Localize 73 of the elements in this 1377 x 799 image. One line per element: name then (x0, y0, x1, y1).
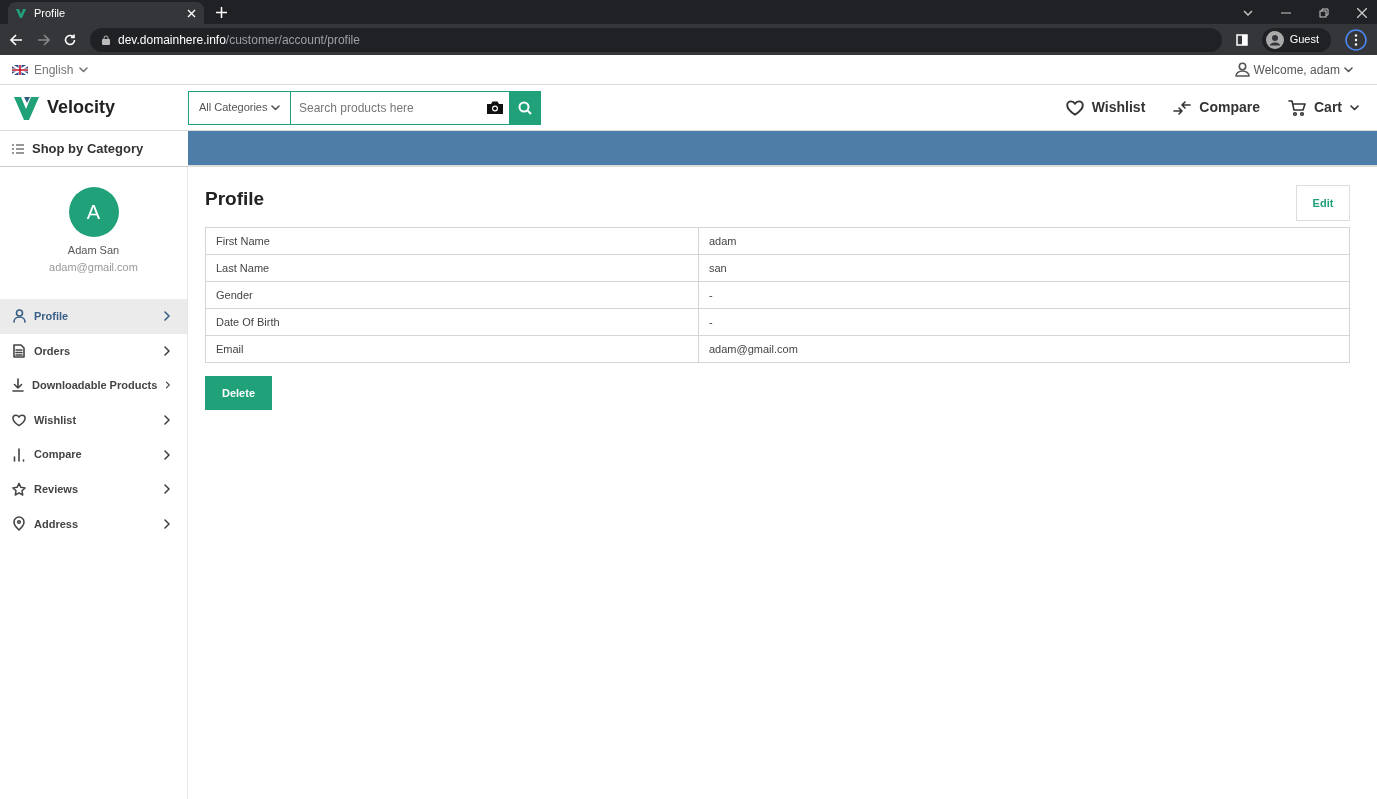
chevron-right-icon (163, 518, 171, 529)
sidebar-item[interactable]: Reviews (0, 471, 187, 507)
search-icon (518, 100, 532, 115)
new-tab-icon[interactable] (216, 7, 227, 18)
header-link[interactable]: Wishlist (1065, 97, 1146, 118)
user-email: adam@gmail.com (49, 259, 138, 275)
chevron-right-icon (165, 380, 171, 391)
avatar-icon (1265, 30, 1284, 49)
field-value: adam@gmail.com (698, 335, 1350, 363)
field-value: san (698, 254, 1350, 282)
back-arrow-icon[interactable] (10, 33, 23, 46)
logo-icon (16, 8, 26, 18)
field-label: First Name (205, 227, 699, 255)
chevron-down-icon[interactable] (1243, 10, 1253, 16)
user-name: Adam San (67, 243, 120, 258)
sidebar-item[interactable]: Compare (0, 437, 187, 472)
field-label: Date Of Birth (205, 308, 699, 336)
logo-text[interactable]: Velocity (47, 94, 116, 121)
lock-icon (102, 34, 110, 45)
reload-icon[interactable] (64, 33, 76, 46)
download-icon (12, 378, 24, 393)
chevron-right-icon (163, 311, 171, 322)
category-select[interactable]: All Categories (188, 90, 291, 125)
person-icon (12, 309, 26, 324)
sidebar-item[interactable]: Profile (0, 299, 187, 334)
chevron-down-icon (79, 66, 89, 73)
field-value: - (698, 281, 1350, 309)
star-icon (12, 482, 26, 497)
restore-icon[interactable] (1319, 8, 1329, 18)
document-icon (13, 343, 25, 358)
chevron-down-icon (1350, 104, 1359, 111)
camera-icon (486, 100, 504, 115)
heart-icon (1065, 99, 1084, 116)
list-icon (12, 143, 24, 154)
cart-icon (1288, 98, 1306, 117)
language-selector[interactable]: English (12, 60, 89, 79)
sidebar-item[interactable]: Orders (0, 333, 187, 369)
chevron-right-icon (163, 484, 171, 495)
chevron-right-icon (163, 449, 171, 460)
profile-button[interactable]: Guest (1261, 27, 1331, 52)
person-icon (1234, 62, 1250, 77)
sidebar-item[interactable]: Address (0, 506, 187, 542)
field-label: Email (205, 335, 699, 363)
browser-tab[interactable]: Profile (8, 2, 204, 24)
sidebar-item[interactable]: Downloadable Products (0, 368, 187, 403)
field-label: Gender (205, 281, 699, 309)
account-menu[interactable]: Welcome, adam (1234, 60, 1353, 79)
logo-icon (14, 95, 39, 120)
page-title: Profile (205, 187, 265, 211)
map-pin-icon (13, 516, 25, 532)
compare-arrows-icon (1173, 100, 1192, 115)
user-avatar: A (68, 187, 119, 237)
field-value: - (698, 308, 1350, 336)
bar-chart-icon (13, 447, 25, 462)
chevron-down-icon (1344, 66, 1353, 73)
chevron-right-icon (163, 415, 171, 426)
sidebar-item[interactable]: Wishlist (0, 402, 187, 438)
close-icon[interactable] (1357, 8, 1367, 18)
url-text: dev.domainhere.info/customer/account/profile (118, 31, 360, 49)
header-link[interactable]: Compare (1173, 97, 1260, 118)
menu-icon[interactable] (1345, 28, 1367, 51)
side-panel-icon[interactable] (1235, 33, 1248, 46)
flag-icon (12, 64, 28, 75)
forward-arrow-icon[interactable] (37, 33, 50, 46)
search-field[interactable]: Search products here (291, 90, 481, 125)
tab-title: Profile (34, 5, 67, 21)
header-link[interactable]: Cart (1288, 97, 1359, 118)
field-value: adam (698, 227, 1350, 255)
field-label: Last Name (205, 254, 699, 282)
chevron-right-icon (163, 345, 171, 356)
heart-icon (12, 413, 26, 427)
address-bar[interactable]: dev.domainhere.info/customer/account/profile (90, 27, 1222, 52)
chevron-down-icon (271, 104, 280, 111)
